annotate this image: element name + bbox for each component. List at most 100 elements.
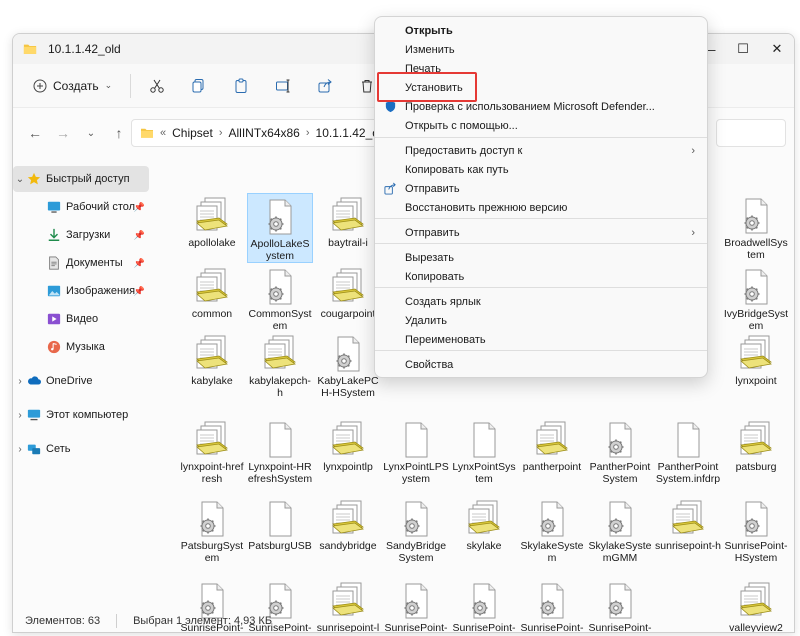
file-item[interactable]: PantherPointSystem.infdrp: [655, 417, 721, 485]
new-button[interactable]: Создать ⌄: [25, 71, 120, 101]
maximize-button[interactable]: ☐: [726, 34, 760, 64]
file-item[interactable]: common: [179, 264, 245, 320]
window-tab[interactable]: 10.1.1.42_old: [13, 34, 313, 64]
context-menu-item-label: Восстановить прежнюю версию: [405, 201, 568, 214]
back-button[interactable]: ←: [21, 119, 49, 147]
system-file-icon: [744, 501, 768, 537]
context-menu-item[interactable]: Переименовать: [375, 330, 707, 349]
file-item[interactable]: lynxpoint: [723, 331, 789, 387]
context-menu-item[interactable]: Отправить ›: [375, 223, 707, 242]
context-menu-item[interactable]: Вырезать: [375, 248, 707, 267]
file-item[interactable]: skylake: [451, 496, 517, 552]
file-item[interactable]: LynxPointSystem: [451, 417, 517, 485]
file-item[interactable]: kabylakepch-h: [247, 331, 313, 399]
context-menu-item[interactable]: Открыть: [375, 21, 707, 40]
context-menu-item[interactable]: Открыть с помощью...: [375, 116, 707, 135]
file-item[interactable]: cougarpoint: [315, 264, 381, 320]
cloud-icon: [28, 376, 41, 385]
recent-locations-button[interactable]: ⌄: [77, 119, 105, 147]
file-item[interactable]: lynxpointlp: [315, 417, 381, 473]
file-item[interactable]: ApolloLakeSystem: [247, 193, 313, 263]
context-menu-item[interactable]: Копировать: [375, 267, 707, 286]
sidebar-item-network[interactable]: › Сеть: [13, 436, 149, 462]
file-name: patsburg: [735, 461, 777, 473]
system-file-icon: [268, 199, 292, 235]
chevron-right-icon[interactable]: ›: [13, 444, 27, 455]
chevron-right-icon[interactable]: ›: [13, 376, 27, 387]
file-item[interactable]: SandyBridgeSystem: [383, 496, 449, 564]
folder-icon: [141, 128, 153, 138]
file-item[interactable]: kabylake: [179, 331, 245, 387]
file-item[interactable]: PantherPointSystem: [587, 417, 653, 485]
overflow-chevron[interactable]: «: [160, 127, 166, 139]
context-menu-item[interactable]: Удалить: [375, 311, 707, 330]
sidebar-item-pictures[interactable]: Изображения 📌: [13, 278, 149, 304]
address-field[interactable]: « Chipset › AllINTx64x86 › 10.1.1.42_old: [131, 119, 391, 147]
sidebar-item-onedrive[interactable]: › OneDrive: [13, 368, 149, 394]
chevron-down-icon: ⌄: [104, 80, 113, 90]
sidebar-item-label: Документы: [66, 257, 123, 269]
clipboard-icon: [235, 78, 247, 93]
status-bar: Элементов: 63 Выбран 1 элемент: 4,93 КБ: [13, 609, 794, 632]
sidebar-item-this-pc[interactable]: › Этот компьютер: [13, 402, 149, 428]
up-button[interactable]: ↑: [105, 119, 133, 147]
sidebar-item-downloads[interactable]: Загрузки 📌: [13, 222, 149, 248]
chevron-down-icon[interactable]: ⌄: [13, 174, 27, 185]
file-item[interactable]: sandybridge: [315, 496, 381, 552]
context-menu-item[interactable]: Отправить: [375, 179, 707, 198]
file-item[interactable]: SkylakeSystemGMM: [587, 496, 653, 564]
context-menu-item[interactable]: Изменить: [375, 40, 707, 59]
cut-button[interactable]: [141, 71, 173, 101]
desktop-icon: [47, 201, 61, 213]
file-item[interactable]: sunrisepoint-h: [655, 496, 721, 552]
pin-icon: 📌: [133, 257, 145, 268]
file-item[interactable]: KabyLakePCH-HSystem: [315, 331, 381, 399]
file-item[interactable]: baytrail-i: [315, 193, 381, 249]
context-menu-item-label: Свойства: [405, 358, 454, 371]
forward-button[interactable]: →: [49, 119, 77, 147]
file-item[interactable]: BroadwellSystem: [723, 193, 789, 261]
share-button[interactable]: [309, 71, 341, 101]
share-icon: [318, 78, 332, 92]
breadcrumb-allintx64x86[interactable]: AllINTx64x86: [228, 126, 299, 140]
file-name: sandybridge: [319, 540, 377, 552]
context-menu-item[interactable]: Предоставить доступ к ›: [375, 141, 707, 160]
file-item[interactable]: Lynxpoint-HRefreshSystem: [247, 417, 313, 485]
file-item[interactable]: PatsburgUSB: [247, 496, 313, 552]
context-menu-item[interactable]: Свойства: [375, 355, 707, 374]
file-item[interactable]: CommonSystem: [247, 264, 313, 332]
file-item[interactable]: pantherpoint: [519, 417, 585, 473]
context-menu-item[interactable]: Создать ярлык: [375, 292, 707, 311]
context-menu-item[interactable]: Восстановить прежнюю версию: [375, 198, 707, 217]
music-icon: [47, 340, 61, 354]
file-name: CommonSystem: [248, 308, 312, 332]
breadcrumb-separator: ›: [218, 127, 223, 139]
copy-button[interactable]: [183, 71, 215, 101]
file-name: LynxPointSystem: [452, 461, 516, 485]
file-item[interactable]: patsburg: [723, 417, 789, 473]
sidebar-item-desktop[interactable]: Рабочий стол 📌: [13, 194, 149, 220]
close-button[interactable]: ✕: [760, 34, 794, 64]
rename-button[interactable]: [267, 71, 299, 101]
context-menu-item[interactable]: Копировать как путь: [375, 160, 707, 179]
file-item[interactable]: SunrisePoint-HSystem: [723, 496, 789, 564]
sidebar-item-quick-access[interactable]: ⌄ Быстрый доступ: [13, 166, 149, 192]
file-item[interactable]: IvyBridgeSystem: [723, 264, 789, 332]
file-name: Lynxpoint-HRefreshSystem: [247, 461, 313, 485]
paste-button[interactable]: [225, 71, 257, 101]
file-item[interactable]: apollolake: [179, 193, 245, 249]
sidebar-item-documents[interactable]: Документы 📌: [13, 250, 149, 276]
breadcrumb-chipset[interactable]: Chipset: [172, 126, 213, 140]
file-item[interactable]: PatsburgSystem: [179, 496, 245, 564]
folder-icon: [23, 44, 37, 54]
setup-information-file-icon: [332, 500, 364, 534]
sidebar-item-videos[interactable]: Видео: [13, 306, 149, 332]
file-item[interactable]: SkylakeSystem: [519, 496, 585, 564]
sidebar-item-music[interactable]: Музыка: [13, 334, 149, 360]
file-item[interactable]: lynxpoint-hrefresh: [179, 417, 245, 485]
file-item[interactable]: LynxPointLPSystem: [383, 417, 449, 485]
search-input[interactable]: [716, 119, 786, 147]
rename-icon: [276, 79, 290, 92]
chevron-right-icon[interactable]: ›: [13, 410, 27, 421]
file-name: SkylakeSystem: [520, 540, 584, 564]
